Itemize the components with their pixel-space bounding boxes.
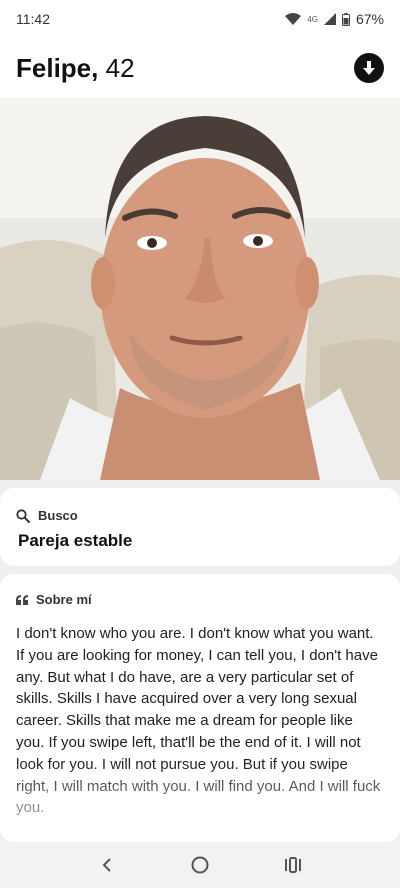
circle-home-icon xyxy=(191,856,209,874)
looking-for-card: Busco Pareja estable xyxy=(0,488,400,566)
profile-age: 42 xyxy=(105,52,135,83)
quote-icon xyxy=(16,594,28,605)
recent-apps-button[interactable] xyxy=(273,845,313,885)
battery-level: 67% xyxy=(355,11,384,27)
profile-header: Felipe, 42 xyxy=(0,38,400,98)
recent-apps-icon xyxy=(285,857,302,873)
text-fade xyxy=(0,762,400,842)
battery-icon xyxy=(341,12,350,26)
looking-for-value: Pareja estable xyxy=(18,531,133,550)
home-button[interactable] xyxy=(180,845,220,885)
status-time: 11:42 xyxy=(16,11,50,27)
status-icons: 4G 67% xyxy=(285,11,384,27)
profile-photo[interactable] xyxy=(0,98,400,480)
about-header: Sobre mí xyxy=(16,592,382,607)
chevron-left-icon xyxy=(102,858,111,872)
network-type: 4G xyxy=(307,14,318,24)
arrow-down-icon xyxy=(363,61,375,75)
looking-for-header: Busco xyxy=(16,508,382,523)
signal-icon xyxy=(323,13,336,25)
name-separator: , xyxy=(91,52,99,83)
wifi-icon xyxy=(285,13,302,25)
about-heading: Sobre mí xyxy=(36,592,92,607)
about-card: Sobre mí I don't know who you are. I don… xyxy=(0,574,400,842)
profile-name: Felipe xyxy=(16,52,92,83)
profile-title: Felipe, 42 xyxy=(16,53,135,84)
profile-photo-image xyxy=(0,98,400,480)
back-button[interactable] xyxy=(87,845,127,885)
navigation-bar xyxy=(0,842,400,888)
status-bar: 11:42 4G 67% xyxy=(0,0,400,38)
download-button[interactable] xyxy=(354,53,384,83)
search-icon xyxy=(16,508,30,523)
looking-for-heading: Busco xyxy=(38,508,78,523)
